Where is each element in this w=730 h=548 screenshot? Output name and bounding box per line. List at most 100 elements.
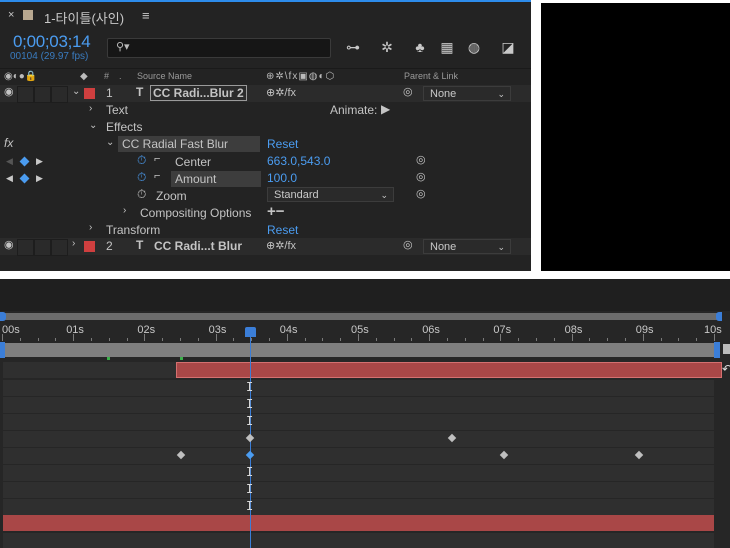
motion-blur-icon[interactable]: ◍: [464, 38, 484, 56]
zoom-row[interactable]: ⏱ Zoom Standard ⌄ ◎: [0, 187, 531, 204]
label-icon[interactable]: ◆: [80, 71, 88, 82]
work-area-bar[interactable]: [3, 313, 720, 320]
compositing-row[interactable]: › Compositing Options +−: [0, 203, 531, 222]
effect-row[interactable]: fx ⌄ CC Radial Fast Blur Reset: [0, 136, 531, 153]
parent-dropdown[interactable]: None ⌄: [423, 239, 511, 254]
ruler-label: 10s: [704, 324, 722, 336]
frame-info: 00104 (29.97 fps): [10, 51, 89, 62]
lock-cell[interactable]: [51, 239, 68, 256]
layer-switches[interactable]: ⊕✲/fx: [266, 239, 296, 252]
chevron-right-icon[interactable]: ›: [123, 205, 126, 216]
lock-cell[interactable]: [51, 86, 68, 103]
expression-pickwhip-icon[interactable]: ◎: [416, 187, 426, 200]
playhead-track-marker: I: [246, 499, 254, 513]
layer-row-2[interactable]: ◉ › 2 T CC Radi...t Blur ⊕✲/fx ◎ None ⌄: [0, 238, 531, 256]
prev-keyframe-icon[interactable]: ◀: [6, 156, 13, 167]
column-source-name[interactable]: Source Name: [137, 71, 192, 81]
audio-cell[interactable]: [17, 239, 34, 256]
time-navigator[interactable]: [3, 343, 719, 357]
column-parent-link[interactable]: Parent & Link: [404, 71, 458, 81]
chevron-right-icon[interactable]: ›: [89, 222, 92, 233]
current-timecode[interactable]: 0;00;03;14: [13, 32, 91, 52]
center-value[interactable]: 663.0,543.0: [267, 154, 330, 168]
amount-row[interactable]: ◀ ▶ ⏱ ⌐ Amount 100.0 ◎: [0, 170, 531, 187]
track-effects: [3, 397, 714, 413]
navigator-end-handle[interactable]: [714, 342, 720, 358]
ruler-minor-tick: [91, 338, 92, 341]
pick-whip-icon[interactable]: ◎: [403, 238, 413, 251]
layer-1-duration-bar[interactable]: [176, 362, 722, 378]
expression-pickwhip-icon[interactable]: ◎: [416, 170, 426, 183]
track-text: [3, 380, 714, 396]
ruler-minor-tick: [108, 338, 110, 341]
label-swatch[interactable]: [84, 88, 95, 99]
work-area-start-handle[interactable]: [0, 312, 6, 321]
next-keyframe-icon[interactable]: ▶: [36, 173, 43, 184]
navigator-start-handle[interactable]: [0, 342, 5, 358]
out-point-icon[interactable]: ↶: [722, 362, 730, 376]
transform-row[interactable]: › Transform Reset: [0, 222, 531, 239]
pick-whip-icon[interactable]: ◎: [403, 85, 413, 98]
graph-icon[interactable]: ⌐: [154, 170, 160, 182]
prev-keyframe-icon[interactable]: ◀: [6, 173, 13, 184]
shy-layers-icon[interactable]: ♣: [410, 38, 430, 56]
panel-menu-icon[interactable]: ≡: [142, 8, 150, 23]
composition-viewer[interactable]: [541, 3, 730, 271]
solo-cell[interactable]: [34, 239, 51, 256]
layer-switches[interactable]: ⊕✲/fx: [266, 86, 296, 99]
keyframe-indicator-icon[interactable]: [19, 156, 30, 167]
graph-editor-icon[interactable]: ◪: [498, 38, 518, 56]
work-area-end-handle[interactable]: [716, 312, 722, 321]
ruler-minor-tick: [322, 338, 324, 341]
layer-row-1[interactable]: ◉ ⌄ 1 T CC Radi...Blur 2 ⊕✲/fx ◎ None ⌄: [0, 85, 531, 103]
playhead-track-marker: I: [246, 397, 254, 411]
scroll-handle[interactable]: [723, 344, 730, 354]
prop-effects-row[interactable]: ⌄ Effects: [0, 119, 531, 136]
center-row[interactable]: ◀ ▶ ⏱ ⌐ Center 663.0,543.0 ◎: [0, 153, 531, 170]
label-swatch[interactable]: [84, 241, 95, 252]
stopwatch-icon[interactable]: ⏱: [137, 187, 146, 202]
ruler-label: 00s: [2, 324, 20, 336]
ruler-minor-tick: [233, 338, 235, 341]
fx-icon[interactable]: fx: [4, 136, 13, 150]
chevron-right-icon[interactable]: ›: [89, 103, 92, 114]
effect-name[interactable]: CC Radial Fast Blur: [118, 136, 260, 152]
chevron-down-icon[interactable]: ⌄: [106, 137, 114, 148]
parent-dropdown[interactable]: None ⌄: [423, 86, 511, 101]
eye-icon[interactable]: ◉: [4, 238, 14, 251]
zoom-dropdown[interactable]: Standard ⌄: [267, 187, 394, 202]
expression-pickwhip-icon[interactable]: ◎: [416, 153, 426, 166]
graph-icon[interactable]: ⌐: [154, 153, 160, 165]
prop-text-row[interactable]: › Text Animate: ▶: [0, 102, 531, 119]
playhead-track-marker: I: [246, 414, 254, 428]
ruler-tick: [714, 334, 715, 341]
audio-cell[interactable]: [17, 86, 34, 103]
draft-3d-icon[interactable]: ✲: [377, 38, 397, 56]
playhead-handle[interactable]: [245, 327, 256, 337]
amount-value[interactable]: 100.0: [267, 171, 297, 185]
layer-2-duration-bar[interactable]: [3, 515, 714, 531]
chevron-down-icon[interactable]: ⌄: [72, 86, 80, 97]
next-keyframe-icon[interactable]: ▶: [36, 156, 43, 167]
layer-name[interactable]: CC Radi...Blur 2: [150, 85, 247, 101]
layer-name[interactable]: CC Radi...t Blur: [154, 239, 242, 253]
column-hash[interactable]: #: [104, 71, 109, 81]
transform-reset-link[interactable]: Reset: [267, 223, 298, 237]
effect-reset-link[interactable]: Reset: [267, 137, 298, 151]
stopwatch-icon[interactable]: ⏱: [137, 170, 146, 185]
solo-cell[interactable]: [34, 86, 51, 103]
animate-menu-icon[interactable]: ▶: [381, 102, 390, 116]
keyframe-indicator-icon[interactable]: [19, 173, 30, 184]
chevron-down-icon[interactable]: ⌄: [89, 120, 97, 131]
frame-blending-icon[interactable]: ▦: [437, 38, 457, 56]
track-amount: [3, 448, 714, 464]
stopwatch-icon[interactable]: ⏱: [137, 153, 146, 168]
compositing-add-remove[interactable]: +−: [267, 203, 285, 220]
playhead-track-marker: I: [246, 482, 254, 496]
chevron-right-icon[interactable]: ›: [72, 238, 75, 249]
close-tab-icon[interactable]: ×: [8, 9, 14, 21]
eye-icon[interactable]: ◉: [4, 85, 14, 98]
search-input[interactable]: ⚲▾: [107, 38, 331, 58]
comp-flowchart-icon[interactable]: ⊶: [343, 38, 363, 56]
comp-tab-title[interactable]: 1-타이틀(사인): [44, 8, 124, 27]
